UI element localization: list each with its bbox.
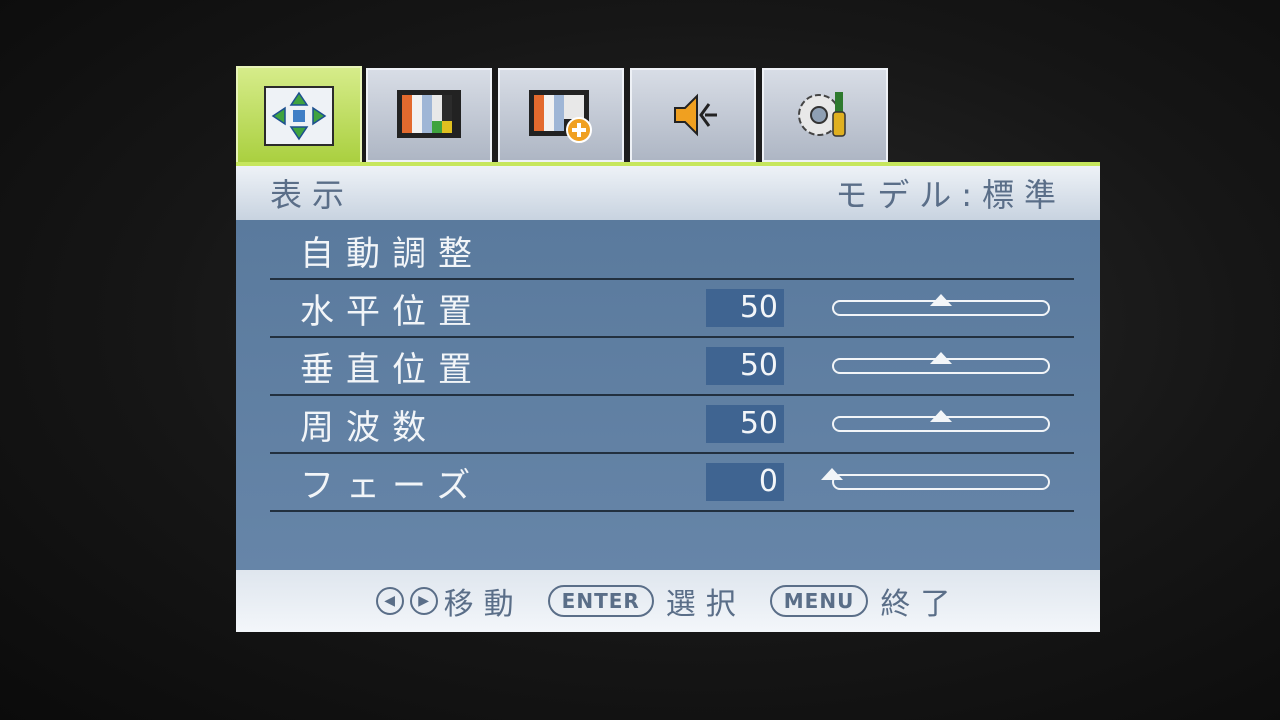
item-label: フェーズ [300, 465, 483, 506]
page-title: 表示 [270, 176, 355, 214]
item-value: 50 [706, 289, 784, 327]
osd-menu: 表示 モデル:標準 自動調整 水平位置 50 垂直位置 50 周波数 50 フェ… [236, 66, 1100, 632]
item-value: 50 [706, 347, 784, 385]
list-item-frequency[interactable]: 周波数 50 [270, 396, 1074, 454]
tab-picture-advanced[interactable] [498, 68, 624, 162]
list-item-auto-adjust[interactable]: 自動調整 [270, 222, 1074, 280]
list-item-h-position[interactable]: 水平位置 50 [270, 280, 1074, 338]
tab-bar [236, 66, 896, 166]
item-label: 水平位置 [300, 291, 484, 332]
item-label: 自動調整 [300, 233, 484, 274]
enter-key-badge: ENTER [547, 585, 654, 617]
picture-color-bars-icon [397, 90, 461, 138]
tab-picture[interactable] [366, 68, 492, 162]
settings-list: 自動調整 水平位置 50 垂直位置 50 周波数 50 フェーズ 0 [236, 220, 1100, 570]
menu-key-badge: MENU [769, 585, 869, 617]
list-item-phase[interactable]: フェーズ 0 [270, 454, 1074, 512]
slider-thumb[interactable] [821, 468, 843, 480]
left-arrow-icon: ◀ [375, 587, 404, 615]
tab-display[interactable] [236, 66, 362, 166]
move-hint: 移動 [443, 587, 524, 622]
tab-audio[interactable] [630, 68, 756, 162]
item-value: 0 [706, 463, 784, 501]
model-mode-label: モデル:標準 [835, 176, 1066, 214]
panel-header: 表示 モデル:標準 [236, 166, 1100, 220]
slider-thumb[interactable] [930, 294, 952, 306]
item-label: 垂直位置 [300, 349, 484, 390]
value-slider[interactable] [832, 474, 1050, 490]
slider-thumb[interactable] [930, 410, 952, 422]
select-hint: 選択 [665, 587, 746, 622]
slider-thumb[interactable] [930, 352, 952, 364]
speaker-audio-icon [674, 93, 717, 137]
menu-panel: 表示 モデル:標準 自動調整 水平位置 50 垂直位置 50 周波数 50 フェ… [236, 162, 1100, 632]
exit-hint: 終了 [880, 587, 961, 622]
gear-settings-icon [798, 92, 846, 137]
move-arrows-icon [264, 86, 334, 146]
picture-advanced-icon [529, 90, 592, 143]
list-item-v-position[interactable]: 垂直位置 50 [270, 338, 1074, 396]
item-label: 周波数 [300, 407, 438, 448]
key-guide: ◀ ▶ 移動 ENTER 選択 MENU 終了 [236, 570, 1100, 632]
item-value: 50 [706, 405, 784, 443]
tab-settings[interactable] [762, 68, 888, 162]
right-arrow-icon: ▶ [409, 587, 438, 615]
